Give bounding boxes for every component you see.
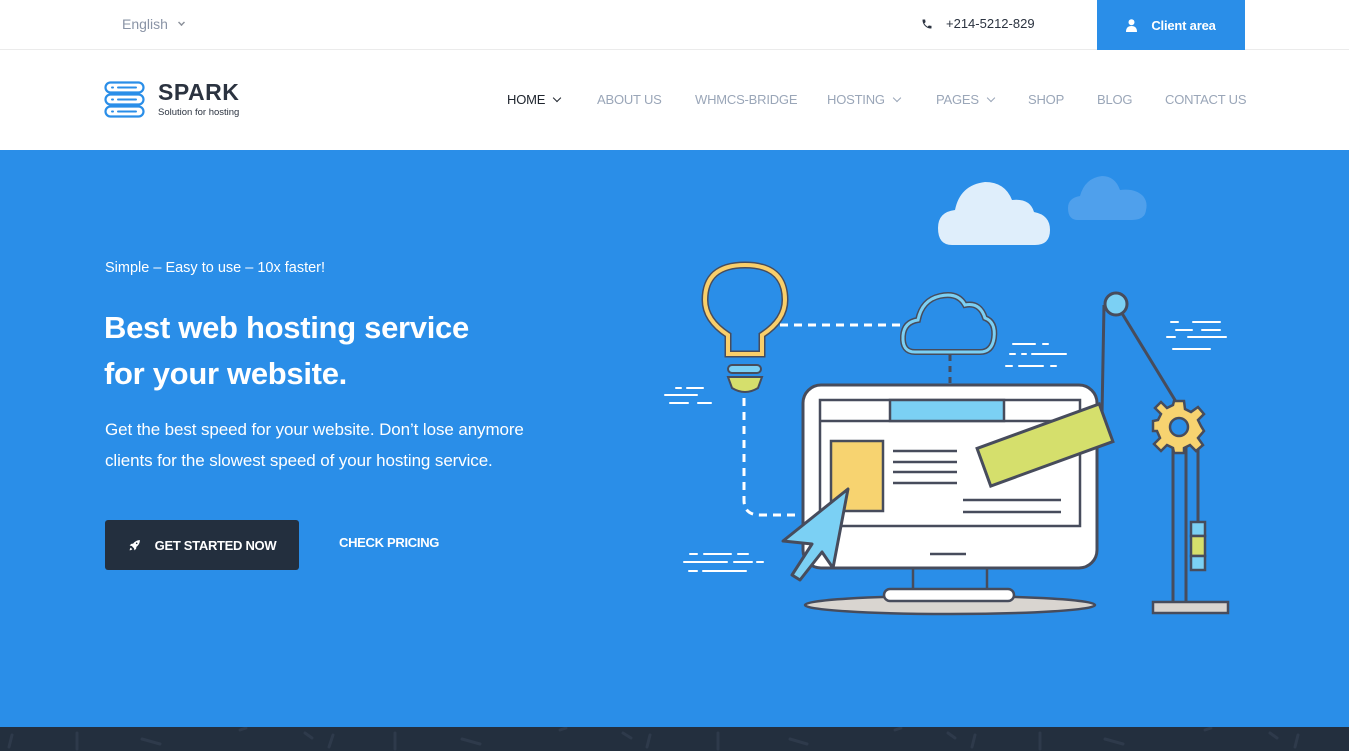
hero-headline-line-1: Best web hosting service bbox=[104, 310, 469, 345]
hero-description-line-2: clients for the slowest speed of your ho… bbox=[105, 451, 493, 470]
nav-item-label: SHOP bbox=[1028, 92, 1065, 107]
nav-item-about-us[interactable]: ABOUT US bbox=[597, 92, 662, 107]
nav-item-home[interactable]: HOME bbox=[507, 92, 562, 107]
phone-contact: +214-5212-829 bbox=[921, 16, 1035, 31]
background-pattern bbox=[7, 727, 1300, 751]
nav-item-label: BLOG bbox=[1097, 92, 1133, 107]
language-selector[interactable]: English bbox=[122, 16, 185, 32]
nav-item-label: PAGES bbox=[936, 92, 979, 107]
user-icon bbox=[1126, 18, 1138, 32]
logo[interactable]: SPARK Solution for hosting bbox=[104, 80, 239, 118]
cloud-icon bbox=[1068, 176, 1147, 220]
server-stack-icon bbox=[104, 80, 145, 118]
gear-icon bbox=[1151, 399, 1206, 455]
nav-item-label: ABOUT US bbox=[597, 92, 662, 107]
chevron-down-icon bbox=[986, 93, 996, 102]
hero-section: Simple – Easy to use – 10x faster! Best … bbox=[0, 150, 1349, 727]
nav-item-label: HOSTING bbox=[827, 92, 885, 107]
hero-headline-line-2: for your website. bbox=[104, 356, 347, 391]
nav-item-hosting[interactable]: HOSTING bbox=[827, 92, 902, 107]
nav-item-contact-us[interactable]: CONTACT US bbox=[1165, 92, 1247, 107]
phone-icon bbox=[922, 19, 932, 28]
cloud-icon bbox=[938, 182, 1050, 245]
hero-tagline: Simple – Easy to use – 10x faster! bbox=[105, 260, 326, 276]
client-area-button[interactable]: Client area bbox=[1097, 0, 1245, 50]
language-label: English bbox=[122, 16, 168, 32]
chevron-down-icon bbox=[892, 93, 902, 102]
nav-item-label: CONTACT US bbox=[1165, 92, 1247, 107]
get-started-label: GET STARTED NOW bbox=[154, 537, 277, 553]
light-bulb-icon bbox=[701, 261, 789, 393]
logo-tagline: Solution for hosting bbox=[158, 107, 240, 118]
nav-item-label: WHMCS-BRIDGE bbox=[695, 92, 798, 107]
hero-description-line-1: Get the best speed for your website. Don… bbox=[105, 420, 524, 439]
hero-description: Get the best speed for your website. Don… bbox=[105, 414, 575, 476]
chevron-down-icon bbox=[177, 18, 185, 26]
nav-item-blog[interactable]: BLOG bbox=[1097, 92, 1133, 107]
nav-item-pages[interactable]: PAGES bbox=[936, 92, 996, 107]
nav-item-shop[interactable]: SHOP bbox=[1028, 92, 1064, 107]
get-started-button[interactable]: GET STARTED NOW bbox=[105, 520, 299, 570]
hero-headline: Best web hosting service for your websit… bbox=[104, 305, 469, 397]
rocket-icon bbox=[129, 539, 140, 550]
chevron-down-icon bbox=[552, 93, 562, 102]
top-bar: English +214-5212-829 Client area bbox=[0, 0, 1349, 50]
main-header: SPARK Solution for hosting HOME ABOUT US… bbox=[0, 51, 1349, 150]
bottom-section bbox=[0, 727, 1349, 751]
cloud-outline-icon bbox=[899, 292, 998, 355]
hosting-illustration bbox=[664, 176, 1230, 616]
phone-number: +214-5212-829 bbox=[946, 16, 1035, 31]
nav-item-label: HOME bbox=[507, 92, 546, 107]
client-area-label: Client area bbox=[1151, 17, 1216, 33]
nav-item-whmcs-bridge[interactable]: WHMCS-BRIDGE bbox=[695, 92, 798, 107]
check-pricing-link[interactable]: CHECK PRICING bbox=[339, 535, 439, 550]
logo-name: SPARK bbox=[158, 79, 240, 105]
